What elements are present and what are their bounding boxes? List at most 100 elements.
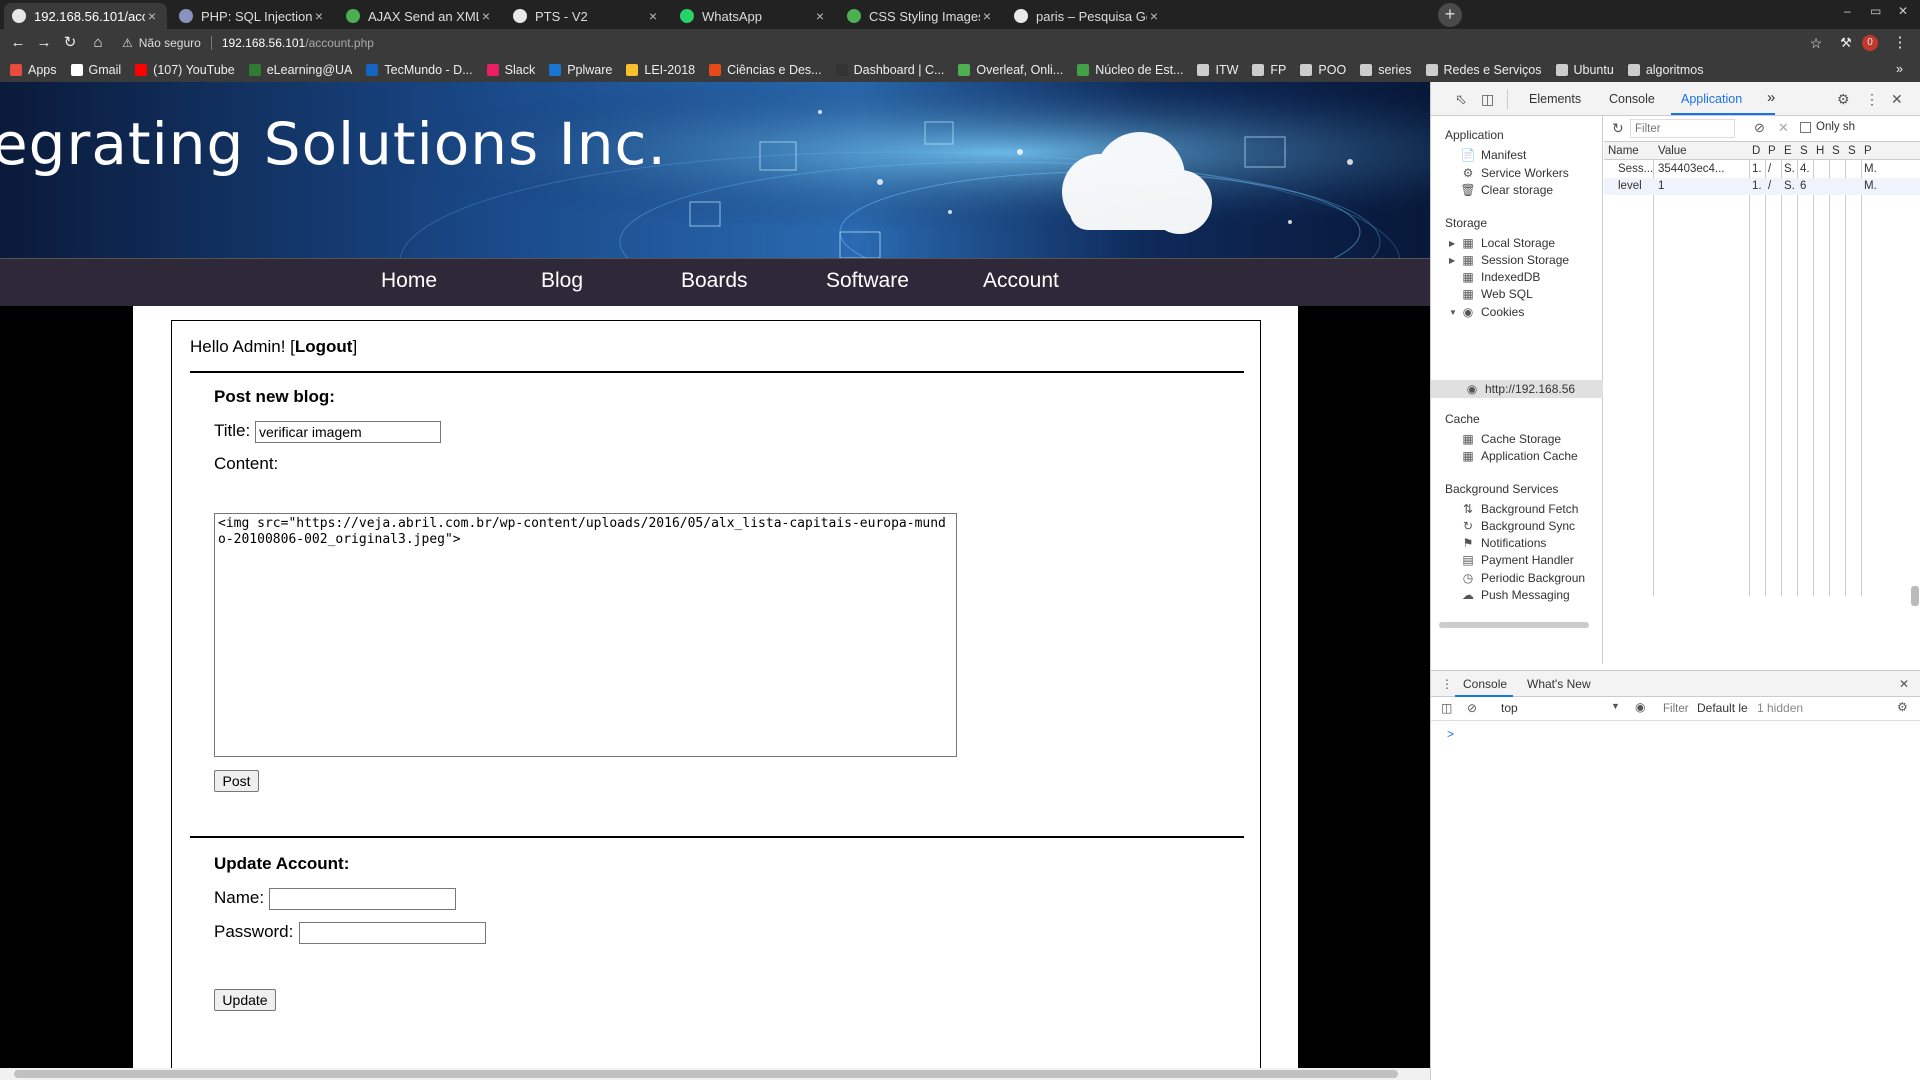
profile-avatar[interactable]: 0 (1862, 35, 1878, 51)
sidebar-item-cache-storage[interactable]: ▦ Cache Storage (1449, 432, 1561, 446)
bookmark-item[interactable]: Redes e Serviços (1425, 63, 1542, 77)
sidebar-item-local-storage[interactable]: ▶ ▦ Local Storage (1449, 236, 1555, 250)
tab-console[interactable]: Console (1609, 92, 1655, 106)
browser-tab[interactable]: WhatsApp × (672, 3, 835, 29)
sidebar-item-push-messaging[interactable]: ☁ Push Messaging (1449, 588, 1570, 602)
sidebar-item-manifest[interactable]: 📄 Manifest (1449, 148, 1527, 162)
update-button[interactable]: Update (214, 989, 276, 1011)
close-window-icon[interactable]: ✕ (1898, 4, 1908, 18)
bookmark-item[interactable]: Pplware (549, 63, 612, 77)
settings-gear-icon[interactable]: ⚙ (1837, 91, 1850, 108)
extensions-icon[interactable]: ⚒ (1836, 33, 1856, 53)
drawer-tab-whats-new[interactable]: What's New (1527, 677, 1591, 691)
delete-selected-icon[interactable]: ✕ (1778, 120, 1789, 136)
sidebar-item-notifications[interactable]: ⚑ Notifications (1449, 536, 1547, 550)
new-tab-button[interactable]: + (1438, 3, 1462, 27)
sidebar-item-periodic-sync[interactable]: ◷ Periodic Backgroun (1449, 571, 1585, 585)
column-header[interactable]: S (1832, 145, 1840, 157)
browser-tab[interactable]: AJAX Send an XMLHttpRe× (338, 3, 501, 29)
close-drawer-icon[interactable]: ✕ (1899, 677, 1909, 691)
nav-link-software[interactable]: Software (826, 269, 909, 293)
close-tab-icon[interactable]: × (980, 8, 994, 24)
sidebar-item-background-sync[interactable]: ↻ Background Sync (1449, 519, 1575, 533)
sidebar-item-session-storage[interactable]: ▶ ▦ Session Storage (1449, 253, 1569, 267)
sidebar-item-indexeddb[interactable]: ▦ IndexedDB (1449, 270, 1540, 284)
close-devtools-icon[interactable]: ✕ (1891, 91, 1903, 108)
bookmark-item[interactable]: Overleaf, Onli... (958, 63, 1063, 77)
nav-link-account[interactable]: Account (983, 269, 1059, 293)
refresh-icon[interactable]: ↻ (1612, 120, 1624, 137)
star-icon[interactable]: ☆ (1806, 33, 1826, 53)
browser-tab[interactable]: CSS Styling Images × (839, 3, 1002, 29)
inspect-icon[interactable]: ⬁ (1455, 91, 1467, 108)
bookmark-item[interactable]: (107) YouTube (135, 63, 235, 77)
close-tab-icon[interactable]: × (813, 8, 827, 24)
bookmark-item[interactable]: Slack (486, 63, 535, 77)
sidebar-item-application-cache[interactable]: ▦ Application Cache (1449, 449, 1577, 463)
horizontal-scrollbar[interactable] (0, 1068, 1430, 1080)
eye-icon[interactable]: ◉ (1635, 700, 1645, 714)
sidebar-item-web-sql[interactable]: ▦ Web SQL (1449, 287, 1532, 301)
forward-icon[interactable]: → (34, 33, 54, 53)
name-input[interactable] (269, 888, 456, 910)
address-bar[interactable]: ⚠ Não seguro 192.168.56.101/account.php (122, 32, 374, 54)
browser-tab[interactable]: PHP: SQL Injection - Manu× (171, 3, 334, 29)
cookies-scrollbar[interactable] (1911, 586, 1919, 606)
column-header[interactable]: Name (1608, 145, 1639, 157)
device-toggle-icon[interactable]: ◫ (1481, 91, 1494, 108)
post-button[interactable]: Post (214, 770, 259, 792)
tab-elements[interactable]: Elements (1529, 92, 1581, 106)
tab-application[interactable]: Application (1681, 92, 1742, 106)
bookmark-item[interactable]: FP (1252, 63, 1286, 77)
sidebar-item-service-workers[interactable]: ⚙ Service Workers (1449, 166, 1569, 180)
close-tab-icon[interactable]: × (479, 8, 493, 24)
chevron-down-icon[interactable]: ▼ (1611, 701, 1620, 711)
column-header[interactable]: D (1752, 145, 1760, 157)
bookmark-item[interactable]: algoritmos (1627, 63, 1703, 77)
scrollbar-thumb[interactable] (14, 1070, 1398, 1078)
bookmark-item[interactable]: LEI-2018 (626, 63, 695, 77)
bookmark-item[interactable]: Gmail (70, 63, 121, 77)
clear-console-icon[interactable]: ⊘ (1467, 701, 1477, 715)
drawer-menu-icon[interactable]: ⋮ (1441, 677, 1453, 691)
context-select[interactable]: top (1501, 701, 1518, 715)
sidebar-item-cookie-origin[interactable]: ◉ http://192.168.56 (1463, 382, 1575, 396)
sidebar-scrollbar[interactable] (1439, 622, 1589, 628)
home-icon[interactable]: ⌂ (88, 33, 108, 53)
bookmark-item[interactable]: Apps (10, 63, 57, 77)
bookmark-item[interactable]: POO (1300, 63, 1346, 77)
clear-all-icon[interactable]: ⊘ (1754, 120, 1765, 136)
minimize-icon[interactable]: – (1844, 4, 1851, 18)
close-tab-icon[interactable]: × (312, 8, 326, 24)
close-tab-icon[interactable]: × (1147, 8, 1161, 24)
bookmark-item[interactable]: Ciências e Des... (709, 63, 822, 77)
kebab-menu-icon[interactable]: ⋮ (1865, 91, 1879, 108)
column-header[interactable]: S (1848, 145, 1856, 157)
bookmark-item[interactable]: ITW (1197, 63, 1238, 77)
nav-link-boards[interactable]: Boards (681, 269, 748, 293)
more-tabs[interactable]: » (1767, 89, 1775, 106)
bookmark-item[interactable]: TecMundo - D... (366, 63, 473, 77)
sidebar-item-cookies[interactable]: ▼ ◉ Cookies (1449, 305, 1524, 319)
bookmark-item[interactable]: Dashboard | C... (835, 63, 944, 77)
maximize-icon[interactable]: ▭ (1870, 4, 1881, 18)
log-levels-select[interactable]: Default le (1697, 701, 1748, 715)
reload-icon[interactable]: ↻ (60, 33, 80, 53)
bookmark-item[interactable]: Ubuntu (1555, 63, 1614, 77)
console-filter-input[interactable] (1663, 700, 1693, 718)
nav-link-home[interactable]: Home (381, 269, 437, 293)
column-header[interactable]: H (1816, 145, 1824, 157)
bookmark-item[interactable]: Núcleo de Est... (1077, 63, 1183, 77)
console-prompt[interactable]: > (1447, 727, 1454, 741)
logout-link[interactable]: Logout (295, 337, 353, 356)
cookie-filter-input[interactable] (1630, 119, 1735, 138)
drawer-tab-console[interactable]: Console (1463, 677, 1507, 691)
close-tab-icon[interactable]: × (145, 8, 159, 24)
title-input[interactable] (255, 421, 441, 443)
browser-tab[interactable]: PTS - V2 × (505, 3, 668, 29)
browser-tab[interactable]: 192.168.56.101/account.p× (4, 3, 167, 29)
back-icon[interactable]: ← (8, 33, 28, 53)
bookmarks-more[interactable]: » (1896, 62, 1903, 76)
column-header[interactable]: Value (1658, 145, 1687, 157)
console-settings-gear-icon[interactable]: ⚙ (1897, 700, 1908, 714)
